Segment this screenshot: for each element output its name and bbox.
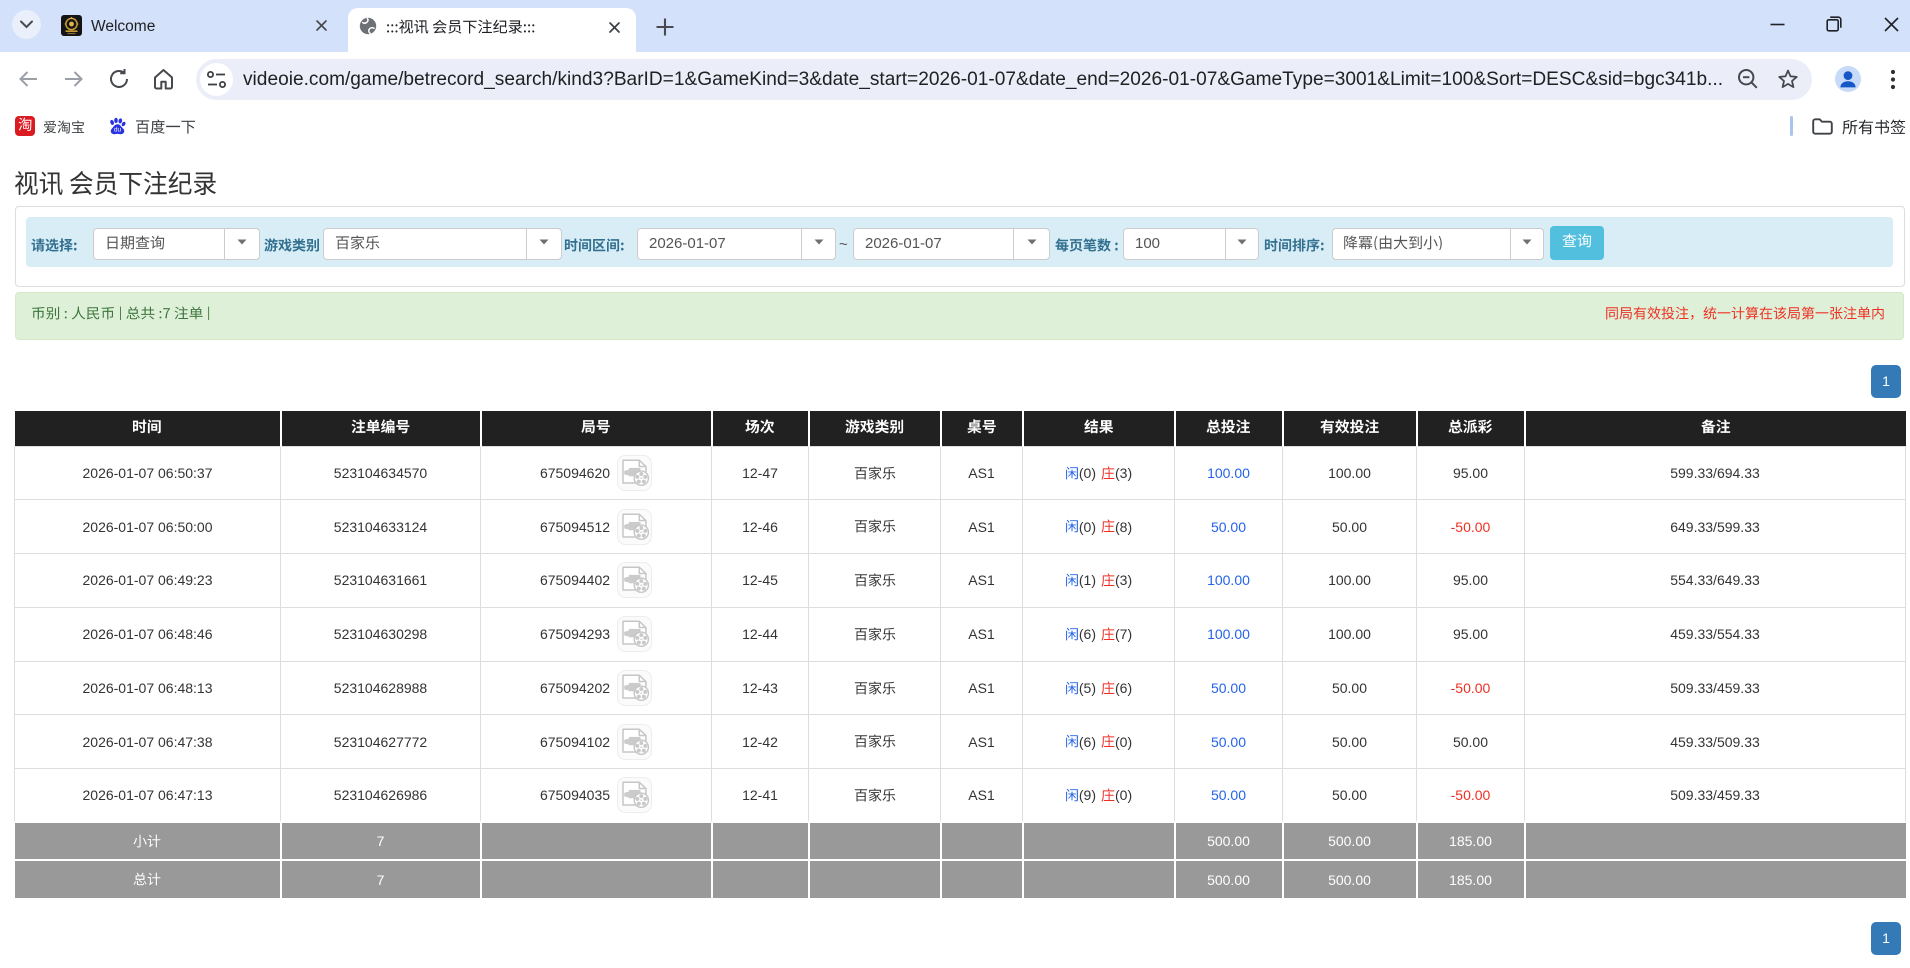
svg-text:du: du [114, 126, 122, 133]
